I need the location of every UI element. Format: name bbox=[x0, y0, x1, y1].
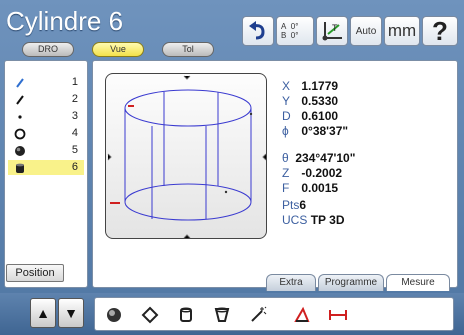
mode-button-vue[interactable]: Vue bbox=[92, 42, 144, 57]
undo-icon bbox=[249, 21, 265, 40]
feature-number: 4 bbox=[71, 127, 78, 139]
feature-row-2[interactable]: 2 bbox=[8, 92, 84, 107]
distance-icon bbox=[329, 310, 347, 320]
line-icon bbox=[16, 78, 24, 88]
magic-wand-icon bbox=[251, 306, 267, 322]
arrow-up-icon: ▲ bbox=[36, 305, 50, 321]
feature-number: 1 bbox=[71, 76, 78, 88]
arrow-down-icon: ▼ bbox=[64, 305, 78, 321]
cone-icon bbox=[214, 307, 230, 322]
help-button[interactable]: ? bbox=[422, 16, 458, 46]
readout-phi: ϕ 0°38'37" bbox=[282, 124, 349, 138]
undo-button[interactable] bbox=[242, 16, 274, 46]
scroll-up-button[interactable]: ▲ bbox=[30, 298, 56, 328]
line-icon bbox=[16, 95, 24, 105]
measure-cone-button[interactable] bbox=[211, 304, 233, 326]
plane-icon bbox=[141, 306, 159, 324]
feature-detail-panel: X 1.1779 Y 0.5330 D 0.6100 ϕ 0°38'37" θ … bbox=[92, 60, 458, 288]
readout-points: Pts6 bbox=[282, 198, 307, 212]
cylinder-3d-view[interactable] bbox=[105, 73, 267, 239]
datum-axes-icon: T bbox=[322, 22, 342, 41]
units-button[interactable]: mm bbox=[384, 16, 420, 46]
feature-row-4[interactable]: 4 bbox=[8, 126, 84, 141]
mode-button-tol[interactable]: Tol bbox=[162, 42, 214, 57]
readout-ucs: UCS TP 3D bbox=[282, 213, 345, 227]
skew-alignment-button[interactable]: A 0° B 0° bbox=[276, 16, 314, 46]
tab-mesure[interactable]: Mesure bbox=[386, 274, 450, 291]
auto-measure-button[interactable] bbox=[247, 304, 269, 326]
sphere-icon bbox=[107, 308, 121, 322]
tab-extra[interactable]: Extra bbox=[266, 274, 316, 291]
axis-b-letter: B bbox=[281, 31, 287, 40]
feature-row-6[interactable]: 6 bbox=[8, 160, 84, 175]
circle-icon bbox=[14, 128, 26, 140]
measure-sphere-button[interactable] bbox=[103, 304, 125, 326]
angle-icon bbox=[294, 306, 310, 322]
scroll-down-button[interactable]: ▼ bbox=[58, 298, 84, 328]
feature-list: 1 2 3 4 5 6 bbox=[4, 60, 88, 288]
feature-number: 3 bbox=[71, 110, 78, 122]
readout-diameter: D 0.6100 bbox=[282, 109, 339, 123]
point-icon bbox=[18, 115, 22, 119]
bottom-toolbar: ▲ ▼ bbox=[0, 293, 464, 335]
cylinder-icon bbox=[180, 307, 192, 322]
measure-cylinder-button[interactable] bbox=[175, 304, 197, 326]
position-button[interactable]: Position bbox=[6, 264, 64, 282]
datum-button[interactable]: T bbox=[316, 16, 348, 46]
readout-y: Y 0.5330 bbox=[282, 94, 339, 108]
readout-z: Z -0.2002 bbox=[282, 166, 343, 180]
cylinder-icon bbox=[16, 163, 24, 173]
measure-angle-button[interactable] bbox=[291, 304, 313, 326]
measurement-screen: Cylindre 6 DRO Vue Tol A 0° B 0° T Auto … bbox=[0, 0, 464, 335]
feature-number: 2 bbox=[71, 93, 78, 105]
measure-distance-button[interactable] bbox=[327, 304, 349, 326]
feature-number: 5 bbox=[71, 144, 78, 156]
sphere-icon bbox=[15, 146, 25, 156]
feature-number: 6 bbox=[71, 161, 78, 173]
tab-programme[interactable]: Programme bbox=[318, 274, 384, 291]
feature-row-3[interactable]: 3 bbox=[8, 109, 84, 124]
axis-a-letter: A bbox=[281, 22, 287, 31]
measure-plane-button[interactable] bbox=[139, 304, 161, 326]
auto-button[interactable]: Auto bbox=[350, 16, 382, 46]
probe-point-markers bbox=[110, 105, 134, 204]
readout-theta: θ 234°47'10" bbox=[282, 151, 356, 165]
feature-row-1[interactable]: 1 bbox=[8, 75, 84, 90]
readout-x: X 1.1779 bbox=[282, 79, 339, 93]
axis-b-angle: 0° bbox=[290, 31, 299, 40]
feature-type-bar bbox=[94, 297, 454, 331]
cylinder-wireframe-icon bbox=[107, 75, 267, 239]
page-title: Cylindre 6 bbox=[6, 6, 124, 36]
feature-row-5[interactable]: 5 bbox=[8, 143, 84, 158]
mode-button-dro[interactable]: DRO bbox=[22, 42, 74, 57]
readout-form: F 0.0015 bbox=[282, 181, 339, 195]
svg-text:T: T bbox=[332, 23, 338, 33]
axis-a-angle: 0° bbox=[290, 22, 299, 31]
